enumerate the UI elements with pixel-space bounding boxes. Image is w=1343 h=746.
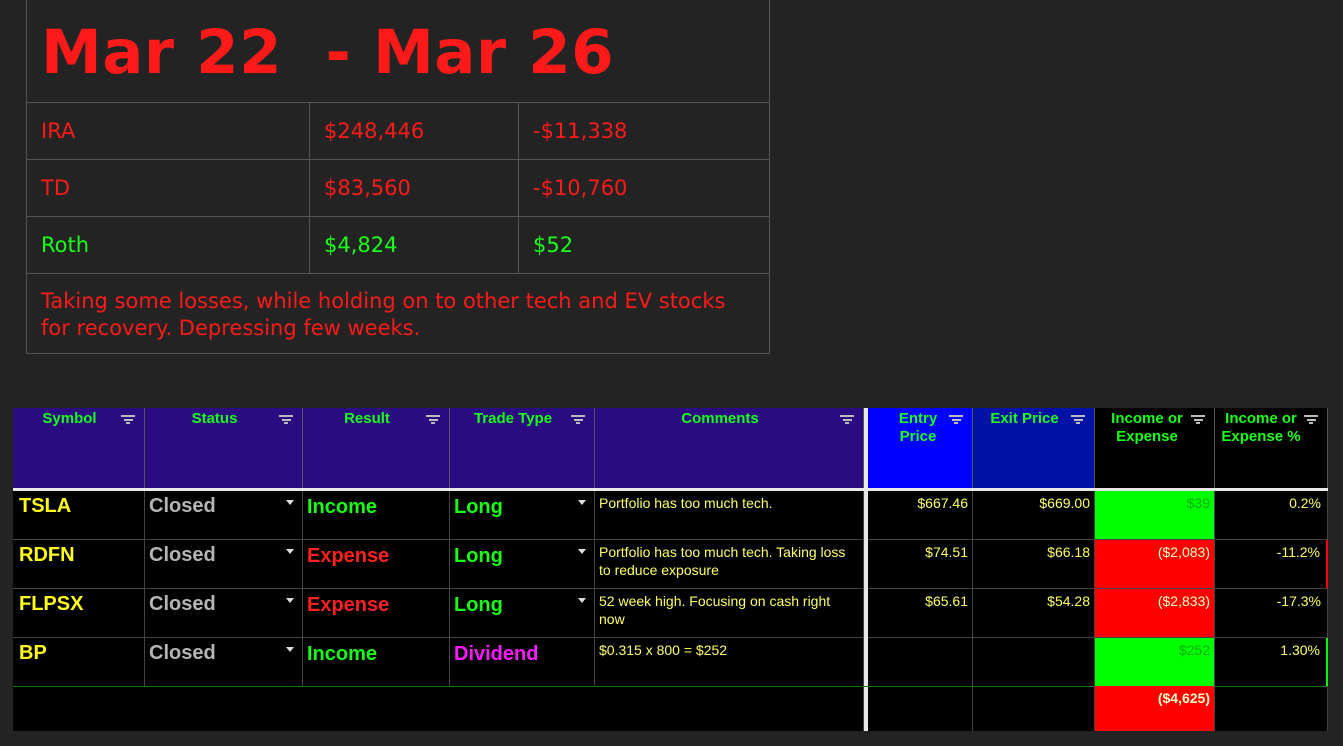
trade-type-value: Long	[454, 594, 503, 616]
exit-price-cell[interactable]	[973, 638, 1095, 687]
comment-cell[interactable]: 52 week high. Focusing on cash right now	[595, 589, 864, 638]
income-expense-cell[interactable]: $252	[1095, 638, 1215, 687]
symbol-cell[interactable]: FLPSX	[13, 589, 145, 638]
filter-icon[interactable]	[426, 415, 440, 424]
result-cell[interactable]: Income	[303, 638, 450, 687]
symbol-cell[interactable]: BP	[13, 638, 145, 687]
chevron-down-icon[interactable]	[286, 549, 294, 554]
weekly-note: Taking some losses, while holding on to …	[41, 289, 726, 340]
trades-spreadsheet: Symbol Status Result Trade Type Comments…	[13, 408, 1328, 731]
column-header-income-or-expense-pct[interactable]: Income or Expense %	[1215, 408, 1328, 488]
result-cell[interactable]: Expense	[303, 589, 450, 638]
income-expense-cell[interactable]: $39	[1095, 491, 1215, 540]
table-row: TSLA Closed Income Long Portfolio has to…	[13, 491, 1328, 540]
column-header-symbol[interactable]: Symbol	[13, 408, 145, 488]
account-change: -$10,760	[533, 176, 628, 200]
table-row: RDFN Closed Expense Long Portfolio has t…	[13, 540, 1328, 589]
account-name: TD	[27, 160, 310, 216]
comment-cell[interactable]: $0.315 x 800 = $252	[595, 638, 864, 687]
result-cell[interactable]: Expense	[303, 540, 450, 589]
account-balance: $248,446	[310, 103, 519, 159]
table-row: FLPSX Closed Expense Long 52 week high. …	[13, 589, 1328, 638]
income-expense-pct-cell[interactable]: 1.30%	[1215, 638, 1328, 687]
column-header-entry-price[interactable]: Entry Price	[868, 408, 973, 488]
exit-price-cell[interactable]: $66.18	[973, 540, 1095, 589]
chevron-down-icon[interactable]	[578, 500, 586, 505]
weekly-summary-card: Mar 22 - Mar 26 IRA $248,446 -$11,338 TD…	[26, 0, 770, 354]
total-row-pct-blank	[1215, 686, 1328, 731]
status-dropdown[interactable]: Closed	[145, 638, 303, 687]
filter-icon[interactable]	[1071, 415, 1085, 424]
filter-icon[interactable]	[1304, 415, 1318, 424]
status-value: Closed	[149, 544, 216, 566]
filter-icon[interactable]	[571, 415, 585, 424]
chevron-down-icon[interactable]	[578, 549, 586, 554]
status-dropdown[interactable]: Closed	[145, 540, 303, 589]
exit-price-cell[interactable]: $669.00	[973, 491, 1095, 540]
column-header-status[interactable]: Status	[145, 408, 303, 488]
account-balance: $83,560	[310, 160, 519, 216]
filter-icon[interactable]	[279, 415, 293, 424]
total-income-expense-cell[interactable]: ($4,625)	[1095, 686, 1215, 731]
status-dropdown[interactable]: Closed	[145, 491, 303, 540]
entry-price-cell[interactable]: $667.46	[868, 491, 973, 540]
comment-cell[interactable]: Portfolio has too much tech. Taking loss…	[595, 540, 864, 589]
income-expense-pct-cell[interactable]: -11.2%	[1215, 540, 1328, 589]
status-value: Closed	[149, 593, 216, 615]
chevron-down-icon[interactable]	[286, 500, 294, 505]
column-header-comments[interactable]: Comments	[595, 408, 864, 488]
status-value: Closed	[149, 495, 216, 517]
chevron-down-icon[interactable]	[578, 598, 586, 603]
status-dropdown[interactable]: Closed	[145, 589, 303, 638]
table-row: BP Closed Income Dividend $0.315 x 800 =…	[13, 638, 1328, 687]
account-row-ira: IRA $248,446 -$11,338	[27, 103, 769, 160]
trade-type-dropdown[interactable]: Long	[450, 540, 595, 589]
entry-price-cell[interactable]: $65.61	[868, 589, 973, 638]
account-change: -$11,338	[533, 119, 628, 143]
account-row-roth: Roth $4,824 $52	[27, 217, 769, 274]
income-expense-pct-cell[interactable]: 0.2%	[1215, 491, 1328, 540]
account-name: IRA	[27, 103, 310, 159]
trade-type-dropdown[interactable]: Long	[450, 491, 595, 540]
trade-type-dropdown[interactable]: Long	[450, 589, 595, 638]
chevron-down-icon[interactable]	[286, 598, 294, 603]
column-header-income-or-expense[interactable]: Income or Expense	[1095, 408, 1215, 488]
column-header-result[interactable]: Result	[303, 408, 450, 488]
result-cell[interactable]: Income	[303, 491, 450, 540]
account-name: Roth	[27, 217, 310, 273]
filter-icon[interactable]	[840, 415, 854, 424]
trade-type-value: Long	[454, 496, 503, 518]
column-header-exit-price[interactable]: Exit Price	[973, 408, 1095, 488]
total-row-exit-blank	[973, 686, 1095, 731]
entry-price-cell[interactable]	[868, 638, 973, 687]
trade-type-cell[interactable]: Dividend	[450, 638, 595, 687]
chevron-down-icon[interactable]	[286, 647, 294, 652]
entry-price-cell[interactable]: $74.51	[868, 540, 973, 589]
filter-icon[interactable]	[949, 415, 963, 424]
header-label: Comments	[681, 410, 759, 427]
trade-type-value: Long	[454, 545, 503, 567]
account-change: $52	[533, 233, 574, 257]
symbol-cell[interactable]: TSLA	[13, 491, 145, 540]
account-balance: $4,824	[310, 217, 519, 273]
income-expense-pct-cell[interactable]: -17.3%	[1215, 589, 1328, 638]
income-expense-cell[interactable]: ($2,083)	[1095, 540, 1215, 589]
income-expense-cell[interactable]: ($2,833)	[1095, 589, 1215, 638]
total-row-blank	[13, 686, 864, 731]
filter-icon[interactable]	[1191, 415, 1205, 424]
exit-price-cell[interactable]: $54.28	[973, 589, 1095, 638]
status-value: Closed	[149, 642, 216, 664]
comment-cell[interactable]: Portfolio has too much tech.	[595, 491, 864, 540]
symbol-cell[interactable]: RDFN	[13, 540, 145, 589]
total-row-entry-blank	[868, 686, 973, 731]
filter-icon[interactable]	[121, 415, 135, 424]
account-row-td: TD $83,560 -$10,760	[27, 160, 769, 217]
column-header-trade-type[interactable]: Trade Type	[450, 408, 595, 488]
week-range-title: Mar 22 - Mar 26	[27, 0, 769, 103]
